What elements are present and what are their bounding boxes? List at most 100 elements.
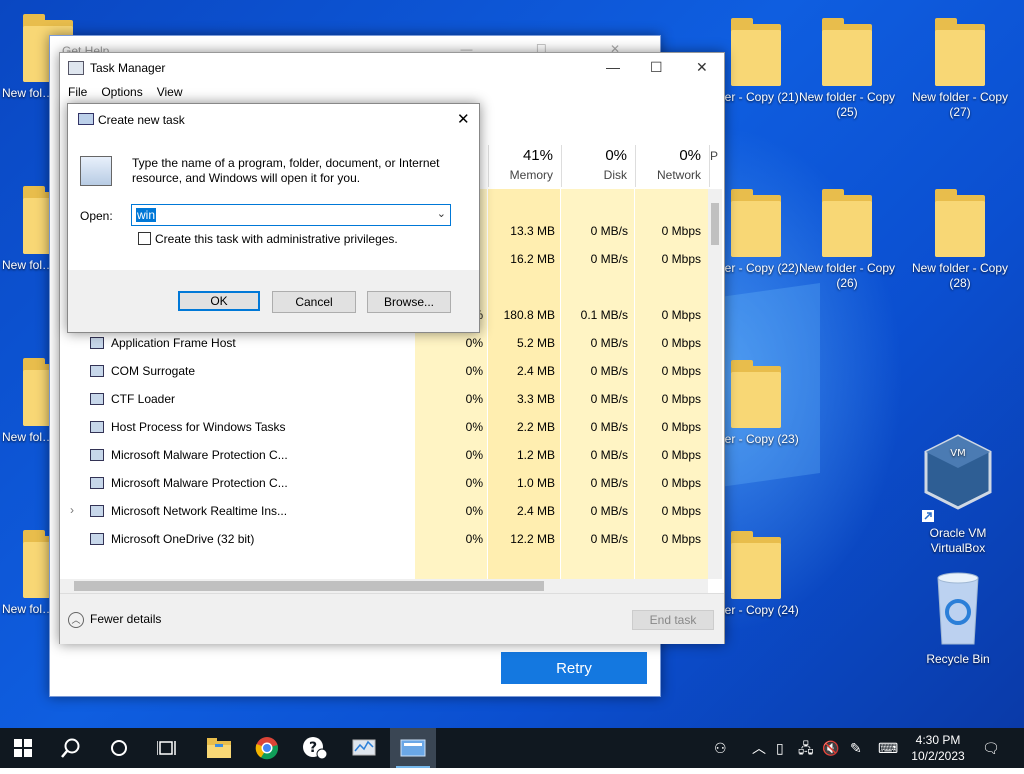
dialog-description: Type the name of a program, folder, docu… bbox=[132, 156, 440, 185]
minimize-button[interactable]: — bbox=[606, 59, 620, 75]
process-network: 0 Mbps bbox=[661, 476, 701, 490]
clock-date: 10/2/2023 bbox=[911, 749, 965, 763]
table-row[interactable]: Microsoft OneDrive (32 bit) 0% 12.2 MB 0 MB… bbox=[60, 525, 708, 553]
task-manager-icon bbox=[68, 61, 84, 75]
virtualbox-shortcut[interactable]: VM Oracle VM VirtualBox bbox=[908, 432, 1008, 556]
open-input[interactable]: win ⌄ bbox=[131, 204, 451, 226]
maximize-button[interactable]: ☐ bbox=[650, 59, 663, 76]
volume-muted-icon[interactable]: 🔇 bbox=[822, 728, 839, 768]
table-row[interactable]: COM Surrogate 0% 2.4 MB 0 MB/s 0 Mbps bbox=[60, 357, 708, 385]
table-row[interactable]: Host Process for Windows Tasks 0% 2.2 MB 0 … bbox=[60, 413, 708, 441]
tray-app-icon[interactable]: ▯ bbox=[776, 728, 784, 768]
desktop-folder-icon[interactable]: New folder - Copy (27) bbox=[910, 16, 1010, 120]
dialog-titlebar[interactable]: Create new task ✕ bbox=[68, 104, 479, 134]
chrome-icon[interactable] bbox=[244, 728, 290, 768]
create-task-taskbar-icon[interactable] bbox=[390, 728, 436, 768]
table-row[interactable]: Microsoft Malware Protection C... 0% 1.0 M… bbox=[60, 469, 708, 497]
process-disk: 0 MB/s bbox=[590, 252, 628, 266]
notification-icon[interactable]: 🗨 bbox=[982, 728, 1000, 768]
process-icon bbox=[90, 505, 104, 517]
network-icon[interactable]: 🖧 bbox=[798, 728, 814, 768]
chevron-right-icon[interactable]: › bbox=[70, 503, 74, 517]
process-name: Host Process for Windows Tasks bbox=[111, 420, 286, 434]
task-manager-titlebar[interactable]: Task Manager — ☐ ✕ bbox=[60, 53, 724, 83]
retry-button[interactable]: Retry bbox=[501, 652, 647, 684]
column-network[interactable]: 0% Network bbox=[635, 145, 709, 187]
table-row[interactable]: Microsoft Malware Protection C... 0% 1.2 M… bbox=[60, 441, 708, 469]
menu-options[interactable]: Options bbox=[101, 85, 142, 99]
process-network: 0 Mbps bbox=[661, 224, 701, 238]
keyboard-icon[interactable]: ⌨ bbox=[878, 728, 898, 768]
power-label: P bbox=[710, 149, 719, 163]
folder-icon bbox=[935, 187, 985, 257]
desktop-folder-icon[interactable]: New folder - Copy (26) bbox=[797, 187, 897, 291]
horizontal-scrollbar[interactable] bbox=[60, 579, 708, 593]
cancel-button[interactable]: Cancel bbox=[272, 291, 356, 313]
column-power[interactable]: P bbox=[709, 145, 723, 187]
end-task-button[interactable]: End task bbox=[632, 610, 714, 630]
get-help-icon[interactable]: ? bbox=[292, 728, 338, 768]
task-manager-taskbar-icon[interactable] bbox=[342, 728, 388, 768]
dialog-close-icon[interactable]: ✕ bbox=[457, 110, 470, 128]
process-network: 0 Mbps bbox=[661, 364, 701, 378]
process-memory: 2.2 MB bbox=[516, 420, 555, 434]
process-name: Microsoft Network Realtime Ins... bbox=[111, 504, 288, 518]
taskbar: ? ⚇ ︿ ▯ 🖧 🔇 ✎ ⌨ 4:30 PM 10/2/2023 🗨 bbox=[0, 728, 1024, 768]
menu-file[interactable]: File bbox=[68, 85, 87, 99]
process-cpu: 0% bbox=[465, 364, 483, 378]
vertical-scrollbar[interactable] bbox=[708, 189, 722, 579]
process-icon bbox=[90, 421, 104, 433]
ok-button[interactable]: OK bbox=[178, 291, 260, 311]
process-network: 0 Mbps bbox=[661, 336, 701, 350]
run-icon bbox=[78, 113, 94, 125]
admin-checkbox[interactable] bbox=[138, 232, 151, 245]
desktop-folder-icon[interactable]: New folder - Copy (25) bbox=[797, 16, 897, 120]
table-row[interactable]: › Microsoft Network Realtime Ins... 0% 2.4 … bbox=[60, 497, 708, 525]
pen-icon[interactable]: ✎ bbox=[850, 728, 862, 768]
fewer-details-label: Fewer details bbox=[90, 612, 162, 627]
process-disk: 0 MB/s bbox=[590, 224, 628, 238]
svg-text:?: ? bbox=[309, 740, 317, 756]
desktop-folder-icon[interactable]: New folder - Copy (28) bbox=[910, 187, 1010, 291]
recycle-bin-icon bbox=[937, 572, 979, 645]
close-button[interactable]: ✕ bbox=[696, 59, 708, 76]
process-icon bbox=[90, 477, 104, 489]
recycle-bin[interactable]: Recycle Bin bbox=[908, 568, 1008, 667]
network-pct: 0% bbox=[679, 147, 701, 164]
svg-text:VM: VM bbox=[950, 448, 965, 459]
open-input-value[interactable]: win bbox=[136, 208, 157, 222]
task-view-icon[interactable] bbox=[144, 728, 190, 768]
menu-view[interactable]: View bbox=[157, 85, 183, 99]
file-explorer-icon[interactable] bbox=[196, 728, 242, 768]
process-cpu: 0% bbox=[465, 504, 483, 518]
column-disk[interactable]: 0% Disk bbox=[561, 145, 635, 187]
people-icon[interactable]: ⚇ bbox=[714, 728, 727, 768]
browse-button[interactable]: Browse... bbox=[367, 291, 451, 313]
search-icon[interactable] bbox=[48, 728, 94, 768]
process-network: 0 Mbps bbox=[661, 448, 701, 462]
folder-icon bbox=[822, 16, 872, 86]
chevron-down-icon[interactable]: ⌄ bbox=[437, 207, 446, 220]
process-name: Microsoft Malware Protection C... bbox=[111, 448, 288, 462]
process-disk: 0 MB/s bbox=[590, 336, 628, 350]
cortana-icon[interactable] bbox=[96, 728, 142, 768]
windows-logo-icon bbox=[14, 739, 32, 757]
fewer-details-link[interactable]: ︿ Fewer details bbox=[68, 612, 161, 628]
chevron-up-icon[interactable]: ︿ bbox=[752, 728, 766, 768]
start-button[interactable] bbox=[0, 728, 46, 768]
folder-label: New folder - Copy (26) bbox=[798, 261, 896, 290]
process-icon bbox=[90, 393, 104, 405]
table-row[interactable]: Application Frame Host 0% 5.2 MB 0 MB/s 0 Mb… bbox=[60, 329, 708, 357]
folder-label: New folder - Copy (27) bbox=[911, 90, 1009, 119]
process-disk: 0 MB/s bbox=[590, 392, 628, 406]
process-name: CTF Loader bbox=[111, 392, 176, 406]
process-network: 0 Mbps bbox=[661, 420, 701, 434]
process-memory: 13.3 MB bbox=[510, 224, 555, 238]
folder-icon bbox=[731, 16, 781, 86]
table-row[interactable]: CTF Loader 0% 3.3 MB 0 MB/s 0 Mbps bbox=[60, 385, 708, 413]
task-manager-title: Task Manager bbox=[90, 61, 166, 75]
column-memory[interactable]: 41% Memory bbox=[488, 145, 561, 187]
folder-icon bbox=[731, 529, 781, 599]
admin-checkbox-label[interactable]: Create this task with administrative pri… bbox=[155, 232, 398, 246]
clock[interactable]: 4:30 PM 10/2/2023 bbox=[902, 732, 974, 764]
